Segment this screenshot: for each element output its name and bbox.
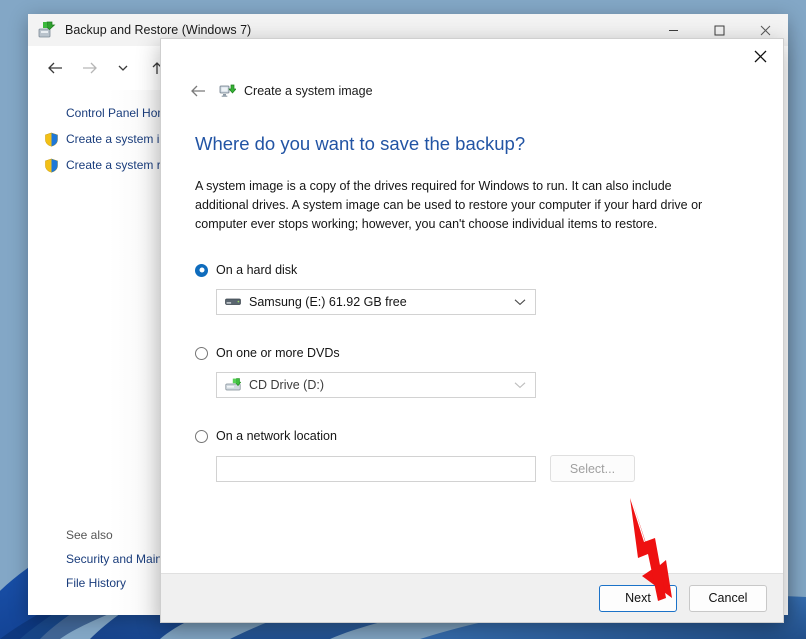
dialog-title-bar (161, 39, 783, 75)
see-also-heading: See also (66, 528, 113, 542)
cancel-button[interactable]: Cancel (689, 584, 767, 612)
see-also-item-security-and-maintenance[interactable]: Security and Maintena (28, 547, 185, 571)
dialog-header: Create a system image (161, 75, 783, 107)
radio-network[interactable] (195, 429, 208, 443)
option-group-network: On a network location Select... (195, 426, 749, 482)
network-location-input[interactable] (216, 455, 536, 482)
dialog-body: Where do you want to save the backup? A … (161, 107, 783, 573)
select-button[interactable]: Select... (550, 455, 635, 482)
radio-row-hard-disk[interactable]: On a hard disk (195, 260, 749, 280)
option-group-hard-disk: On a hard disk Samsung (E:) 61.92 GB fre… (195, 260, 749, 315)
dialog-description: A system image is a copy of the drives r… (195, 179, 703, 231)
sidebar-item-control-panel-home[interactable]: Control Panel Home (28, 100, 176, 126)
back-arrow-icon (47, 62, 62, 74)
dvd-selected-value: CD Drive (D:) (249, 378, 324, 392)
radio-label-hard-disk: On a hard disk (216, 263, 298, 277)
hard-disk-selected-value: Samsung (E:) 61.92 GB free (249, 295, 407, 309)
see-also-item-file-history[interactable]: File History (28, 571, 176, 595)
sidebar: Control Panel Home Create a system image (28, 90, 189, 615)
chevron-down-icon (514, 293, 526, 311)
sidebar-item-create-system-image[interactable]: Create a system image (28, 126, 189, 152)
forward-button[interactable] (72, 53, 106, 83)
dialog-back-button[interactable] (185, 78, 211, 104)
dialog-close-button[interactable] (737, 39, 783, 73)
chevron-down-icon (118, 65, 128, 71)
backup-restore-icon (38, 21, 56, 39)
see-also-section: See also Security and Maintena File Hist… (28, 523, 185, 595)
dialog-page-title: Where do you want to save the backup? (195, 133, 526, 154)
next-button[interactable]: Next (599, 584, 677, 612)
shield-icon (44, 132, 59, 147)
radio-row-network[interactable]: On a network location (195, 426, 749, 446)
recent-locations-button[interactable] (106, 53, 140, 83)
radio-label-network: On a network location (216, 429, 337, 443)
chevron-down-icon (514, 376, 526, 394)
sidebar-item-create-system-repair[interactable]: Create a system repair (28, 152, 187, 178)
forward-arrow-icon (82, 62, 97, 74)
network-location-row: Select... (216, 455, 749, 482)
create-system-image-icon (219, 83, 237, 100)
hard-disk-dropdown[interactable]: Samsung (E:) 61.92 GB free (216, 289, 536, 315)
dialog-footer: Next Cancel (161, 573, 783, 622)
cd-drive-icon (225, 378, 242, 392)
radio-hard-disk[interactable] (195, 263, 208, 277)
option-group-dvd: On one or more DVDs CD Drive (D:) (195, 343, 749, 398)
dialog-header-title: Create a system image (244, 84, 373, 98)
back-button[interactable] (38, 53, 72, 83)
shield-icon (44, 158, 59, 173)
dvd-dropdown[interactable]: CD Drive (D:) (216, 372, 536, 398)
radio-label-dvd: On one or more DVDs (216, 346, 340, 360)
create-system-image-dialog: Create a system image Where do you want … (160, 38, 784, 623)
window-title: Backup and Restore (Windows 7) (65, 23, 252, 37)
radio-dvd[interactable] (195, 346, 208, 360)
radio-row-dvd[interactable]: On one or more DVDs (195, 343, 749, 363)
hard-drive-icon (225, 295, 241, 309)
back-arrow-icon (190, 85, 205, 97)
